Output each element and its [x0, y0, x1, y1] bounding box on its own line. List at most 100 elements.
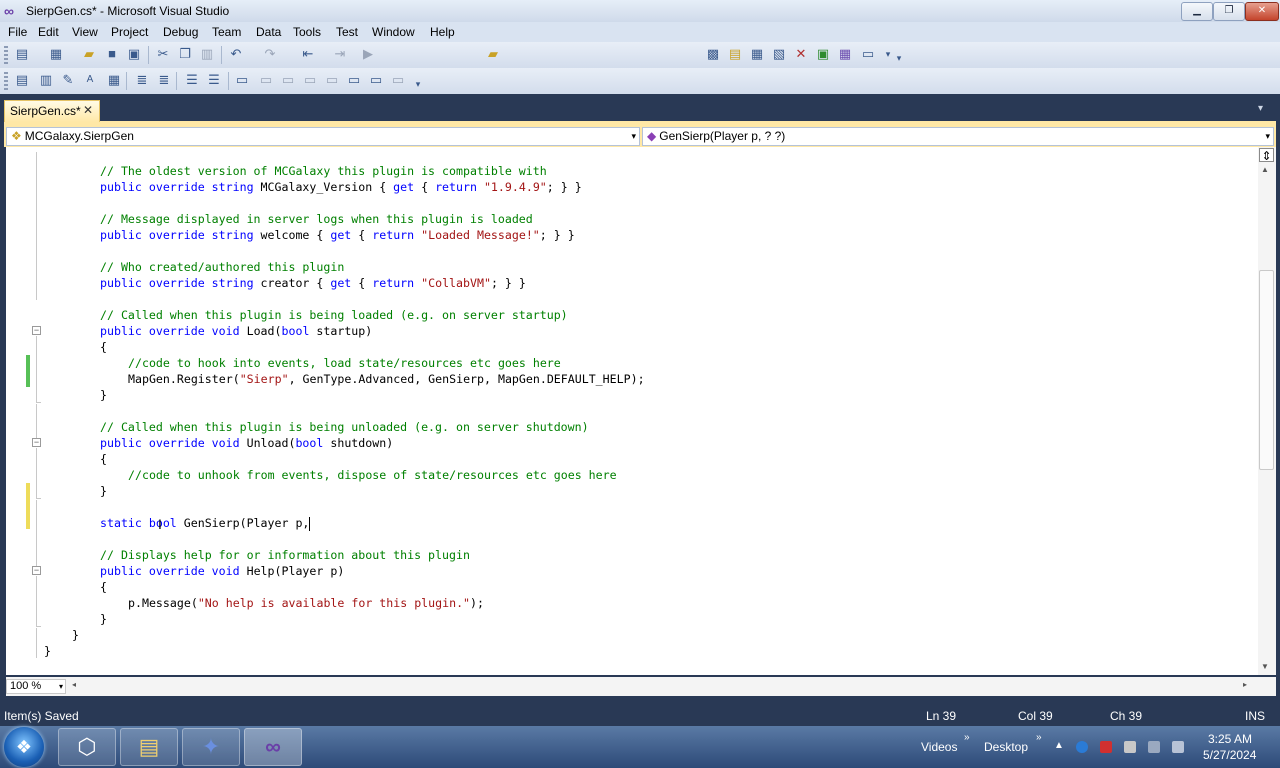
start-button[interactable]: ❖	[4, 727, 44, 767]
start-page-icon[interactable]: ▣	[815, 46, 831, 62]
display-quick-info-icon[interactable]: ✎	[60, 72, 76, 88]
copy-icon[interactable]: ❐	[177, 46, 193, 62]
previous-bookmark-in-document-icon[interactable]: ▭	[346, 72, 362, 88]
volume-icon[interactable]	[1172, 741, 1184, 753]
paste-icon[interactable]: ▥	[199, 46, 215, 62]
toolbar-grip[interactable]	[4, 46, 8, 64]
close-window-button[interactable]: ✕	[1245, 2, 1279, 21]
windows-logo-icon: ❖	[15, 737, 33, 757]
redo-icon[interactable]: ↷	[262, 46, 278, 62]
status-insert-mode: INS	[1245, 709, 1266, 723]
security-tray-icon[interactable]	[1100, 741, 1112, 753]
types-combo-value: MCGalaxy.SierpGen	[24, 129, 134, 143]
collapse-region-icon[interactable]: −	[32, 326, 41, 335]
comment-lines-icon[interactable]: ☰	[184, 72, 200, 88]
toolbar-overflow-icon[interactable]: ▾	[410, 76, 426, 92]
complete-word-icon[interactable]: A	[82, 72, 98, 88]
menu-edit[interactable]: Edit	[38, 22, 59, 42]
show-hidden-icons-icon[interactable]: ▲	[1054, 740, 1064, 751]
menu-file[interactable]: File	[8, 22, 27, 42]
toolbar-grip[interactable]	[4, 72, 8, 90]
display-tray-icon[interactable]	[1148, 741, 1160, 753]
horizontal-scroll-area	[6, 677, 1276, 696]
vs-infinity-icon: ∞	[4, 3, 14, 19]
next-bookmark-icon[interactable]: ▭	[280, 72, 296, 88]
next-bookmark-in-document-icon[interactable]: ▭	[368, 72, 384, 88]
toolbar-videos[interactable]: Videos	[921, 726, 957, 768]
code-line: public override void Unload(bool shutdow…	[100, 436, 394, 450]
cut-icon[interactable]: ✂	[155, 46, 171, 62]
chevron-right-icon[interactable]: »	[1036, 732, 1042, 743]
menu-help[interactable]: Help	[430, 22, 455, 42]
code-line: public override void Help(Player p)	[100, 564, 345, 578]
scroll-down-icon[interactable]: ▼	[1261, 662, 1269, 671]
active-files-dropdown-icon[interactable]: ▾	[1258, 103, 1263, 114]
toggle-bookmark-icon[interactable]: ▭	[234, 72, 250, 88]
taskbar-app-explorer[interactable]: ▤	[120, 728, 178, 766]
navigate-backward-icon[interactable]: ⇤	[300, 46, 316, 62]
extension-manager-icon[interactable]: ✕	[793, 46, 809, 62]
menu-view[interactable]: View	[72, 22, 98, 42]
previous-bookmark-icon[interactable]: ▭	[258, 72, 274, 88]
navigate-forward-icon[interactable]: ⇥	[332, 46, 348, 62]
navigation-bar: ❖ MCGalaxy.SierpGen ▾ ◆ GenSierp(Player p,…	[4, 125, 1276, 147]
other-windows-icon[interactable]: ▭	[860, 46, 876, 62]
decrease-indent-icon[interactable]: ≣	[134, 72, 150, 88]
display-object-member-list-icon[interactable]: ▤	[14, 72, 30, 88]
menu-project[interactable]: Project	[111, 22, 148, 42]
taskbar-app-media[interactable]: ✦	[182, 728, 240, 766]
taskbar-app-virtualbox[interactable]: ⬡	[58, 728, 116, 766]
add-item-icon[interactable]: ▦	[48, 46, 64, 62]
find-in-files-icon[interactable]: ▰	[485, 46, 501, 62]
uncomment-lines-icon[interactable]: ☰	[206, 72, 222, 88]
action-center-icon[interactable]	[1124, 741, 1136, 753]
mouse-ibeam-cursor: I	[158, 516, 162, 532]
menu-team[interactable]: Team	[212, 22, 241, 42]
split-handle-icon[interactable]: ⇕	[1259, 148, 1274, 163]
vertical-scroll-thumb[interactable]	[1259, 270, 1274, 470]
code-line: public override string creator { get { r…	[100, 276, 526, 290]
chevron-right-icon[interactable]: »	[964, 732, 970, 743]
object-browser-icon[interactable]: ▦	[749, 46, 765, 62]
chevron-down-icon: ▾	[631, 131, 636, 141]
display-parameter-info-icon[interactable]: ▥	[38, 72, 54, 88]
zoom-combo[interactable]: 100 % ▾	[6, 679, 66, 694]
network-tray-icon[interactable]	[1076, 741, 1088, 753]
increase-indent-icon[interactable]: ≣	[156, 72, 172, 88]
toolbar-separator	[176, 72, 177, 90]
undo-icon[interactable]: ↶	[228, 46, 244, 62]
close-icon[interactable]: ✕	[83, 103, 93, 117]
toolbox-icon[interactable]: ▧	[771, 46, 787, 62]
save-icon[interactable]: ■	[104, 46, 120, 62]
collapse-region-icon[interactable]: −	[32, 566, 41, 575]
menu-test[interactable]: Test	[336, 22, 358, 42]
minimize-button[interactable]: ▁	[1181, 2, 1213, 21]
next-bookmark-in-folder-icon[interactable]: ▭	[324, 72, 340, 88]
save-all-icon[interactable]: ▣	[126, 46, 142, 62]
toggle-task-list-icon[interactable]: ▦	[106, 72, 122, 88]
properties-icon[interactable]: ▤	[727, 46, 743, 62]
menu-window[interactable]: Window	[372, 22, 415, 42]
scroll-up-icon[interactable]: ▲	[1261, 165, 1269, 174]
clock-date[interactable]: 5/27/2024	[1203, 748, 1256, 762]
menu-debug[interactable]: Debug	[163, 22, 198, 42]
open-file-icon[interactable]: ▰	[81, 46, 97, 62]
toolbar-desktop[interactable]: Desktop	[984, 726, 1028, 768]
new-project-icon[interactable]: ▤	[14, 46, 30, 62]
toolbar-overflow-icon[interactable]: ▾	[891, 50, 907, 66]
solution-explorer-icon[interactable]: ▩	[705, 46, 721, 62]
taskbar-app-visual-studio[interactable]: ∞	[244, 728, 302, 766]
scroll-right-icon[interactable]: ▸	[1243, 680, 1247, 689]
clear-bookmarks-icon[interactable]: ▭	[390, 72, 406, 88]
collapse-region-icon[interactable]: −	[32, 438, 41, 447]
start-debugging-icon[interactable]: ▶	[360, 46, 376, 62]
team-explorer-icon[interactable]: ▦	[837, 46, 853, 62]
menu-data[interactable]: Data	[256, 22, 281, 42]
restore-button[interactable]: ❐	[1213, 2, 1245, 21]
members-combo[interactable]: ◆ GenSierp(Player p, ? ?) ▾	[642, 127, 1274, 146]
scroll-left-icon[interactable]: ◂	[72, 680, 76, 689]
clock-time[interactable]: 3:25 AM	[1208, 732, 1252, 746]
previous-bookmark-in-folder-icon[interactable]: ▭	[302, 72, 318, 88]
types-combo[interactable]: ❖ MCGalaxy.SierpGen ▾	[6, 127, 640, 146]
menu-tools[interactable]: Tools	[293, 22, 321, 42]
